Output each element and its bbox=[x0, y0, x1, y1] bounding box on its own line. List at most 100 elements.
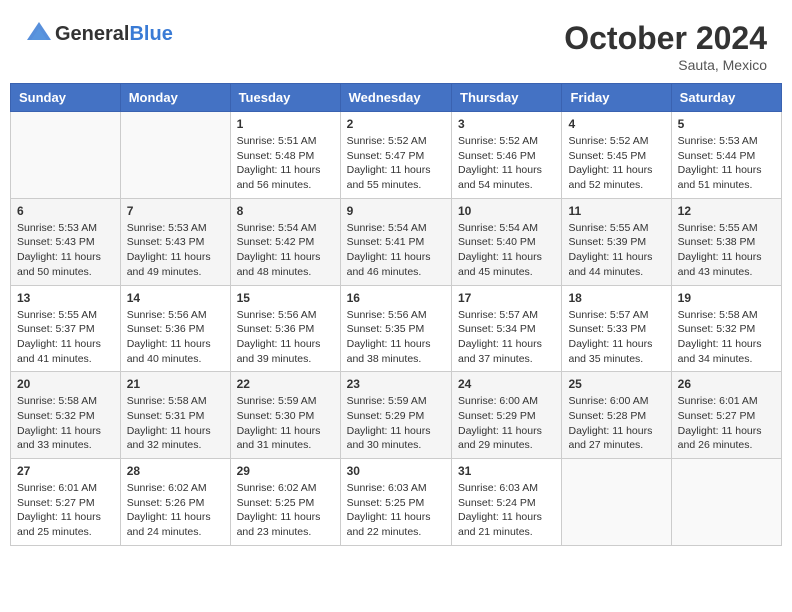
day-info: Sunrise: 5:58 AMSunset: 5:32 PMDaylight:… bbox=[17, 394, 114, 453]
day-number: 2 bbox=[347, 117, 445, 131]
day-info: Sunrise: 5:52 AMSunset: 5:45 PMDaylight:… bbox=[568, 134, 664, 193]
col-header-wednesday: Wednesday bbox=[340, 84, 451, 112]
calendar-cell: 21Sunrise: 5:58 AMSunset: 5:31 PMDayligh… bbox=[120, 372, 230, 459]
calendar-cell: 3 Sunrise: 5:52 AMSunset: 5:46 PMDaylight… bbox=[452, 112, 562, 199]
logo: GeneralBlue bbox=[25, 20, 173, 48]
calendar-cell: 7 Sunrise: 5:53 AMSunset: 5:43 PMDaylight… bbox=[120, 198, 230, 285]
calendar-cell: 28 Sunrise: 6:02 AMSunset: 5:26 PMDayligh… bbox=[120, 459, 230, 546]
day-info: Sunrise: 5:58 AMSunset: 5:32 PMDaylight:… bbox=[678, 308, 775, 367]
day-number: 1 bbox=[237, 117, 334, 131]
day-info: Sunrise: 5:53 AMSunset: 5:43 PMDaylight:… bbox=[17, 221, 114, 280]
day-info: Sunrise: 6:03 AMSunset: 5:24 PMDaylight:… bbox=[458, 481, 555, 540]
calendar-cell: 27 Sunrise: 6:01 AMSunset: 5:27 PMDayligh… bbox=[11, 459, 121, 546]
day-number: 14 bbox=[127, 291, 224, 305]
day-info: Sunrise: 6:01 AMSunset: 5:27 PMDaylight:… bbox=[17, 481, 114, 540]
col-header-monday: Monday bbox=[120, 84, 230, 112]
day-info: Sunrise: 5:56 AMSunset: 5:36 PMDaylight:… bbox=[237, 308, 334, 367]
day-number: 5 bbox=[678, 117, 775, 131]
col-header-sunday: Sunday bbox=[11, 84, 121, 112]
calendar-cell bbox=[11, 112, 121, 199]
calendar-cell: 31Sunrise: 6:03 AMSunset: 5:24 PMDayligh… bbox=[452, 459, 562, 546]
calendar-cell: 11 Sunrise: 5:55 AMSunset: 5:39 PMDayligh… bbox=[562, 198, 671, 285]
day-info: Sunrise: 5:56 AMSunset: 5:36 PMDaylight:… bbox=[127, 308, 224, 367]
day-info: Sunrise: 6:02 AMSunset: 5:25 PMDaylight:… bbox=[237, 481, 334, 540]
day-number: 23 bbox=[347, 377, 445, 391]
month-title: October 2024 bbox=[564, 20, 767, 57]
day-number: 19 bbox=[678, 291, 775, 305]
day-number: 24 bbox=[458, 377, 555, 391]
calendar-cell: 9Sunrise: 5:54 AMSunset: 5:41 PMDaylight… bbox=[340, 198, 451, 285]
day-number: 27 bbox=[17, 464, 114, 478]
calendar-cell: 12Sunrise: 5:55 AMSunset: 5:38 PMDayligh… bbox=[671, 198, 781, 285]
title-area: October 2024 Sauta, Mexico bbox=[564, 20, 767, 73]
day-info: Sunrise: 5:54 AMSunset: 5:42 PMDaylight:… bbox=[237, 221, 334, 280]
day-number: 22 bbox=[237, 377, 334, 391]
calendar-week-row: 1 Sunrise: 5:51 AMSunset: 5:48 PMDaylight… bbox=[11, 112, 782, 199]
day-info: Sunrise: 6:02 AMSunset: 5:26 PMDaylight:… bbox=[127, 481, 224, 540]
day-info: Sunrise: 5:54 AMSunset: 5:40 PMDaylight:… bbox=[458, 221, 555, 280]
calendar-cell bbox=[562, 459, 671, 546]
calendar-header-row: SundayMondayTuesdayWednesdayThursdayFrid… bbox=[11, 84, 782, 112]
day-number: 21 bbox=[127, 377, 224, 391]
calendar-cell: 13 Sunrise: 5:55 AMSunset: 5:37 PMDayligh… bbox=[11, 285, 121, 372]
day-info: Sunrise: 6:03 AMSunset: 5:25 PMDaylight:… bbox=[347, 481, 445, 540]
day-info: Sunrise: 5:53 AMSunset: 5:43 PMDaylight:… bbox=[127, 221, 224, 280]
day-number: 3 bbox=[458, 117, 555, 131]
day-number: 18 bbox=[568, 291, 664, 305]
day-number: 26 bbox=[678, 377, 775, 391]
calendar-cell: 17 Sunrise: 5:57 AMSunset: 5:34 PMDayligh… bbox=[452, 285, 562, 372]
col-header-thursday: Thursday bbox=[452, 84, 562, 112]
day-info: Sunrise: 6:00 AMSunset: 5:28 PMDaylight:… bbox=[568, 394, 664, 453]
calendar-cell: 25 Sunrise: 6:00 AMSunset: 5:28 PMDayligh… bbox=[562, 372, 671, 459]
calendar-cell: 29Sunrise: 6:02 AMSunset: 5:25 PMDayligh… bbox=[230, 459, 340, 546]
calendar-cell: 16Sunrise: 5:56 AMSunset: 5:35 PMDayligh… bbox=[340, 285, 451, 372]
calendar-cell: 24 Sunrise: 6:00 AMSunset: 5:29 PMDayligh… bbox=[452, 372, 562, 459]
day-number: 17 bbox=[458, 291, 555, 305]
calendar-cell: 4Sunrise: 5:52 AMSunset: 5:45 PMDaylight… bbox=[562, 112, 671, 199]
calendar-cell: 19 Sunrise: 5:58 AMSunset: 5:32 PMDayligh… bbox=[671, 285, 781, 372]
day-number: 13 bbox=[17, 291, 114, 305]
calendar-cell: 20Sunrise: 5:58 AMSunset: 5:32 PMDayligh… bbox=[11, 372, 121, 459]
calendar-cell: 30 Sunrise: 6:03 AMSunset: 5:25 PMDayligh… bbox=[340, 459, 451, 546]
calendar-cell: 18 Sunrise: 5:57 AMSunset: 5:33 PMDayligh… bbox=[562, 285, 671, 372]
page-header: GeneralBlue October 2024 Sauta, Mexico bbox=[10, 10, 782, 78]
calendar-week-row: 27 Sunrise: 6:01 AMSunset: 5:27 PMDayligh… bbox=[11, 459, 782, 546]
calendar-cell bbox=[671, 459, 781, 546]
logo-blue-text: Blue bbox=[129, 23, 172, 46]
day-info: Sunrise: 5:52 AMSunset: 5:46 PMDaylight:… bbox=[458, 134, 555, 193]
day-number: 16 bbox=[347, 291, 445, 305]
day-info: Sunrise: 5:52 AMSunset: 5:47 PMDaylight:… bbox=[347, 134, 445, 193]
calendar-week-row: 6Sunrise: 5:53 AMSunset: 5:43 PMDaylight… bbox=[11, 198, 782, 285]
day-info: Sunrise: 6:00 AMSunset: 5:29 PMDaylight:… bbox=[458, 394, 555, 453]
day-info: Sunrise: 5:57 AMSunset: 5:33 PMDaylight:… bbox=[568, 308, 664, 367]
calendar-cell: 2 Sunrise: 5:52 AMSunset: 5:47 PMDaylight… bbox=[340, 112, 451, 199]
calendar-cell: 26 Sunrise: 6:01 AMSunset: 5:27 PMDayligh… bbox=[671, 372, 781, 459]
day-number: 15 bbox=[237, 291, 334, 305]
day-info: Sunrise: 5:59 AMSunset: 5:29 PMDaylight:… bbox=[347, 394, 445, 453]
day-info: Sunrise: 5:55 AMSunset: 5:37 PMDaylight:… bbox=[17, 308, 114, 367]
logo-general-text: General bbox=[55, 23, 129, 46]
day-info: Sunrise: 5:51 AMSunset: 5:48 PMDaylight:… bbox=[237, 134, 334, 193]
day-number: 30 bbox=[347, 464, 445, 478]
day-info: Sunrise: 5:57 AMSunset: 5:34 PMDaylight:… bbox=[458, 308, 555, 367]
calendar-cell: 22Sunrise: 5:59 AMSunset: 5:30 PMDayligh… bbox=[230, 372, 340, 459]
day-number: 12 bbox=[678, 204, 775, 218]
calendar-cell: 23 Sunrise: 5:59 AMSunset: 5:29 PMDayligh… bbox=[340, 372, 451, 459]
calendar-week-row: 13 Sunrise: 5:55 AMSunset: 5:37 PMDayligh… bbox=[11, 285, 782, 372]
day-number: 7 bbox=[127, 204, 224, 218]
calendar-week-row: 20Sunrise: 5:58 AMSunset: 5:32 PMDayligh… bbox=[11, 372, 782, 459]
calendar-cell: 15 Sunrise: 5:56 AMSunset: 5:36 PMDayligh… bbox=[230, 285, 340, 372]
day-number: 11 bbox=[568, 204, 664, 218]
col-header-tuesday: Tuesday bbox=[230, 84, 340, 112]
day-info: Sunrise: 5:53 AMSunset: 5:44 PMDaylight:… bbox=[678, 134, 775, 193]
calendar-cell bbox=[120, 112, 230, 199]
day-number: 25 bbox=[568, 377, 664, 391]
day-number: 28 bbox=[127, 464, 224, 478]
calendar-cell: 8Sunrise: 5:54 AMSunset: 5:42 PMDaylight… bbox=[230, 198, 340, 285]
day-info: Sunrise: 6:01 AMSunset: 5:27 PMDaylight:… bbox=[678, 394, 775, 453]
day-info: Sunrise: 5:55 AMSunset: 5:39 PMDaylight:… bbox=[568, 221, 664, 280]
day-number: 9 bbox=[347, 204, 445, 218]
calendar-cell: 10 Sunrise: 5:54 AMSunset: 5:40 PMDayligh… bbox=[452, 198, 562, 285]
day-number: 10 bbox=[458, 204, 555, 218]
calendar-cell: 14 Sunrise: 5:56 AMSunset: 5:36 PMDayligh… bbox=[120, 285, 230, 372]
